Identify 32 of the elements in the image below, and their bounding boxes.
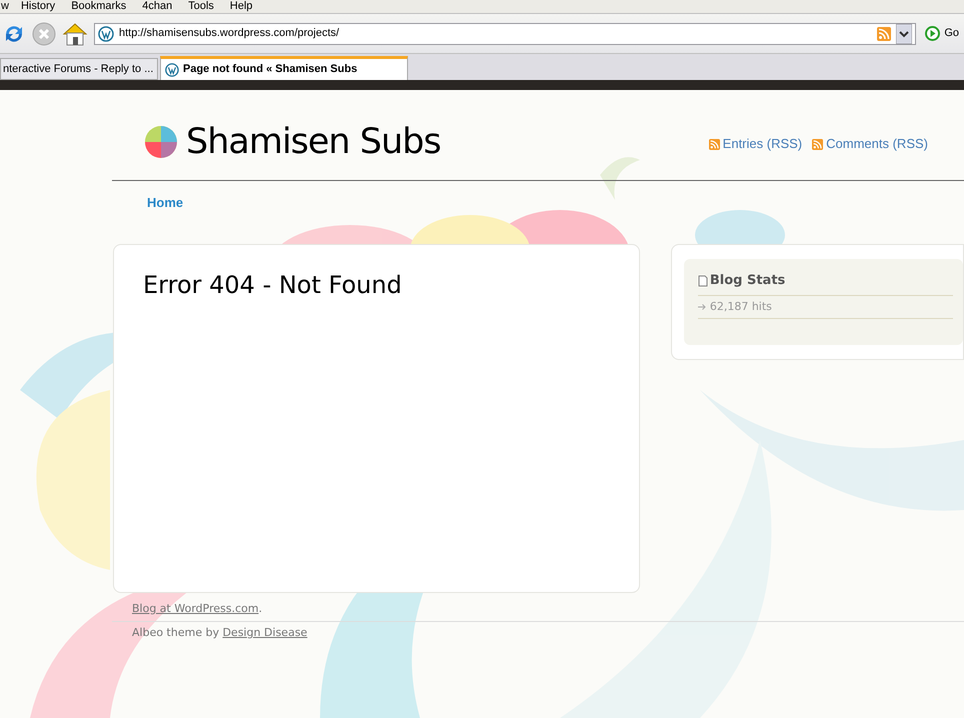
menu-item[interactable]: Help: [230, 0, 253, 15]
go-icon: [925, 26, 940, 41]
menu-item[interactable]: History: [20, 0, 56, 15]
home-icon[interactable]: [62, 20, 88, 46]
rss-icon: [708, 138, 720, 150]
nav-link[interactable]: Home: [147, 193, 184, 211]
page-heading: Error 404 - Not Found: [143, 270, 403, 301]
page-icon: [698, 274, 708, 287]
footer-link[interactable]: Design Disease: [222, 626, 308, 639]
widget-title: Blog Stats: [710, 272, 786, 290]
footer-text: Albeo theme by Design Disease: [132, 625, 308, 641]
go-button[interactable]: Go: [922, 25, 962, 42]
arrow-icon: [698, 304, 706, 310]
logo-icon: [142, 123, 180, 161]
menu-item[interactable]: w: [1, 0, 9, 15]
wordpress-icon: [98, 26, 114, 42]
tab[interactable]: nteractive Forums - Reply to ...: [0, 58, 158, 80]
dropdown-icon[interactable]: [896, 24, 912, 44]
stat-text: 62,187 hits: [710, 298, 772, 314]
menu-item[interactable]: Tools: [188, 0, 214, 15]
stop-icon[interactable]: [32, 22, 56, 46]
feed-link[interactable]: Comments (RSS): [812, 134, 928, 154]
site-title: Shamisen Subs: [186, 120, 441, 164]
menu-item[interactable]: 4chan: [142, 0, 172, 15]
address-field[interactable]: http://shamisensubs.wordpress.com/projects/: [94, 22, 916, 44]
url-text: http://shamisensubs.wordpress.com/projects/: [119, 26, 340, 42]
tab[interactable]: Page not found « Shamisen Subs: [160, 56, 408, 80]
feed-link[interactable]: Entries (RSS): [708, 134, 802, 154]
wordpress-icon: [165, 62, 179, 76]
footer-text: Blog at WordPress.com.: [132, 601, 264, 617]
rss-icon: [812, 138, 824, 150]
menu-item[interactable]: Bookmarks: [71, 0, 126, 15]
